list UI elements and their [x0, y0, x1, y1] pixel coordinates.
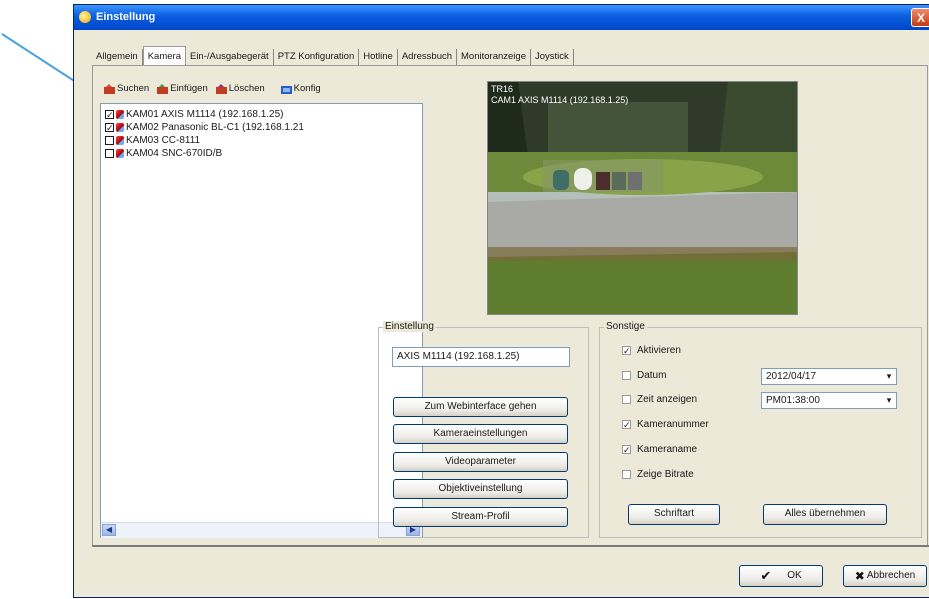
- date-dropdown[interactable]: 2012/04/17 ▾: [761, 368, 897, 385]
- option-time[interactable]: Zeit anzeigen: [622, 394, 697, 405]
- camera-checkbox[interactable]: ✓: [105, 123, 114, 133]
- search-button[interactable]: Suchen: [104, 83, 149, 94]
- chevron-down-icon[interactable]: ▾: [882, 369, 896, 384]
- date-checkbox[interactable]: [622, 371, 631, 380]
- config-icon: [280, 84, 292, 94]
- camera-number-checkbox[interactable]: ✓: [622, 420, 631, 430]
- delete-button[interactable]: Löschen: [215, 83, 265, 94]
- camera-list-item[interactable]: KAM03 CC-8111: [105, 135, 200, 146]
- camera-list-item[interactable]: KAM04 SNC-670ID/B: [105, 148, 222, 159]
- tab-allgemein[interactable]: Allgemein: [92, 49, 143, 65]
- option-activate[interactable]: ✓ Aktivieren: [622, 345, 681, 356]
- camera-checkbox[interactable]: [105, 149, 114, 158]
- option-camera-number[interactable]: ✓ Kameranummer: [622, 419, 709, 430]
- webinterface-button[interactable]: Zum Webinterface gehen: [393, 397, 568, 417]
- option-bitrate[interactable]: Zeige Bitrate: [622, 469, 694, 480]
- tab-bar: Allgemein Kamera Ein-/Ausgabegerät PTZ K…: [92, 46, 574, 65]
- bitrate-checkbox[interactable]: [622, 470, 631, 479]
- tab-adressbuch[interactable]: Adressbuch: [398, 49, 458, 65]
- checkmark-icon: ✔: [760, 568, 772, 583]
- time-value: PM01:38:00: [766, 395, 820, 406]
- insert-icon: [157, 83, 169, 94]
- bitrate-label: Zeige Bitrate: [637, 469, 694, 480]
- camera-icon: [116, 123, 124, 132]
- camera-settings-button[interactable]: Kameraeinstellungen: [393, 424, 568, 444]
- camera-icon: [116, 110, 124, 119]
- camera-label: KAM03 CC-8111: [126, 135, 201, 146]
- camera-preview-image: [488, 82, 797, 314]
- scroll-left-icon[interactable]: ◀: [102, 524, 116, 536]
- divider: [92, 545, 929, 547]
- camera-icon: [116, 136, 124, 145]
- camera-checkbox[interactable]: ✓: [105, 110, 114, 120]
- tab-ptz-konfiguration[interactable]: PTZ Konfiguration: [274, 49, 360, 65]
- ok-button[interactable]: ✔ OK: [739, 565, 823, 587]
- other-group-title: Sonstige: [604, 321, 647, 332]
- close-button[interactable]: X: [911, 8, 929, 27]
- tab-hotline[interactable]: Hotline: [359, 49, 398, 65]
- date-label: Datum: [637, 370, 667, 381]
- title-bar[interactable]: Einstellung X: [74, 5, 929, 30]
- activate-label: Aktivieren: [637, 345, 681, 356]
- settings-group: Einstellung AXIS M1114 (192.168.1.25) Zu…: [378, 321, 589, 538]
- app-icon: [79, 11, 91, 23]
- camera-name-label: Kameraname: [637, 444, 698, 455]
- tab-kamera[interactable]: Kamera: [142, 46, 186, 65]
- window-title: Einstellung: [96, 11, 156, 23]
- other-group: Sonstige ✓ Aktivieren Datum Zeit anzeige…: [599, 321, 922, 538]
- search-icon: [104, 83, 115, 94]
- config-button[interactable]: Konfig: [280, 83, 321, 94]
- time-checkbox[interactable]: [622, 395, 631, 404]
- video-parameters-button[interactable]: Videoparameter: [393, 452, 568, 472]
- preview-overlay-camera: CAM1 AXIS M1114 (192.168.1.25): [491, 95, 629, 105]
- config-label: Konfig: [293, 83, 321, 94]
- lens-settings-button[interactable]: Objektiveinstellung: [393, 479, 568, 499]
- search-label: Suchen: [117, 83, 150, 94]
- time-dropdown[interactable]: PM01:38:00 ▾: [761, 392, 897, 409]
- camera-preview: TR16 CAM1 AXIS M1114 (192.168.1.25): [487, 81, 798, 315]
- camera-label: KAM01 AXIS M1114 (192.168.1.25): [126, 109, 284, 120]
- option-date[interactable]: Datum: [622, 370, 666, 381]
- camera-label: KAM02 Panasonic BL-C1 (192.168.1.21: [126, 122, 304, 133]
- camera-checkbox[interactable]: [105, 136, 114, 145]
- close-icon: ✖: [854, 569, 865, 583]
- delete-icon: [215, 83, 227, 94]
- camera-icon: [116, 149, 124, 158]
- camera-list[interactable]: ✓ KAM01 AXIS M1114 (192.168.1.25) ✓ KAM0…: [100, 103, 423, 538]
- stream-profile-button[interactable]: Stream-Profil: [393, 507, 568, 527]
- cancel-button[interactable]: ✖ Abbrechen: [843, 565, 927, 587]
- settings-window: Einstellung X Allgemein Kamera Ein-/Ausg…: [73, 4, 929, 598]
- preview-overlay-id: TR16: [491, 84, 514, 94]
- settings-group-title: Einstellung: [383, 321, 436, 332]
- camera-list-item[interactable]: ✓ KAM02 Panasonic BL-C1 (192.168.1.21: [105, 122, 304, 133]
- time-label: Zeit anzeigen: [637, 394, 698, 405]
- tab-monitoranzeige[interactable]: Monitoranzeige: [457, 49, 531, 65]
- tab-ein-ausgabegeraet[interactable]: Ein-/Ausgabegerät: [186, 49, 274, 65]
- date-value: 2012/04/17: [766, 371, 817, 382]
- camera-list-item[interactable]: ✓ KAM01 AXIS M1114 (192.168.1.25): [105, 109, 284, 120]
- insert-button[interactable]: Einfügen: [157, 83, 208, 94]
- horizontal-scrollbar[interactable]: ◀ ▶: [101, 522, 422, 538]
- insert-label: Einfügen: [170, 83, 208, 94]
- tab-joystick[interactable]: Joystick: [531, 49, 574, 65]
- camera-toolbar: Suchen Einfügen Löschen Konfig: [104, 83, 321, 94]
- activate-checkbox[interactable]: ✓: [622, 346, 631, 356]
- chevron-down-icon[interactable]: ▾: [882, 393, 896, 408]
- option-camera-name[interactable]: ✓ Kameraname: [622, 444, 697, 455]
- font-button[interactable]: Schriftart: [628, 504, 720, 525]
- ok-label: OK: [787, 570, 802, 581]
- camera-number-label: Kameranummer: [637, 419, 709, 430]
- cancel-label: Abbrechen: [866, 570, 916, 581]
- camera-name-checkbox[interactable]: ✓: [622, 445, 631, 455]
- apply-all-button[interactable]: Alles übernehmen: [763, 504, 887, 525]
- delete-label: Löschen: [228, 83, 265, 94]
- camera-name-field[interactable]: AXIS M1114 (192.168.1.25): [392, 347, 570, 367]
- camera-label: KAM04 SNC-670ID/B: [126, 148, 223, 159]
